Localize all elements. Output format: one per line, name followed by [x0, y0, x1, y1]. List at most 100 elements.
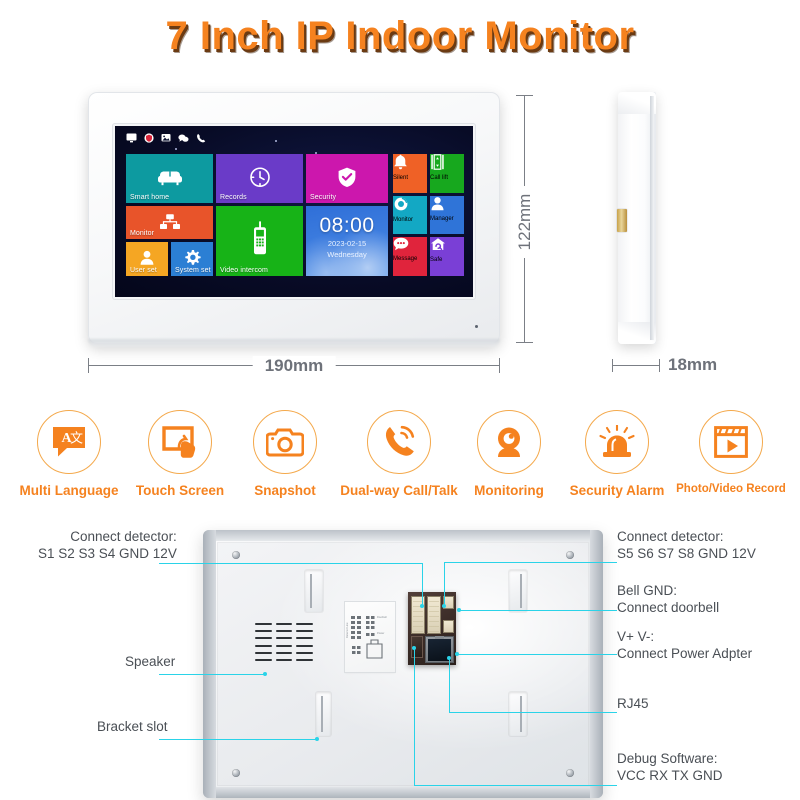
tile-label: Monitor: [393, 216, 414, 223]
dimension-depth: 18mm: [612, 355, 762, 382]
translate-icon: A文: [37, 410, 101, 474]
dimension-line: [612, 365, 660, 366]
touch-icon: [148, 410, 212, 474]
tile-security[interactable]: Security: [306, 154, 388, 203]
svg-text:文: 文: [70, 431, 83, 446]
network-icon: [126, 213, 213, 229]
terminal-pins: [429, 598, 439, 632]
bracket-hook: [520, 696, 522, 732]
dimension-width-label: 190mm: [252, 356, 336, 376]
clock-date: 2023-02-15: [327, 239, 367, 248]
callout-line-2: Connect doorbell: [617, 600, 720, 616]
feature-label: Monitoring: [474, 483, 544, 498]
tile-label: Safe: [430, 257, 443, 264]
tile-label: Smart home: [130, 194, 170, 201]
tile-manager[interactable]: Manager: [430, 195, 464, 235]
tile-call-lift[interactable]: Call lift: [430, 154, 464, 193]
tile-smart-home[interactable]: Smart home: [126, 154, 213, 203]
speaker-column: [255, 622, 272, 662]
speaker-column: [275, 622, 293, 662]
speaker-slit: [275, 630, 293, 633]
leader-dot: [315, 737, 319, 741]
terminal-power: [443, 620, 454, 633]
feature-security-alarm: Security Alarm: [558, 410, 676, 498]
leader-line-speaker: [159, 674, 265, 676]
user-icon: [126, 250, 168, 266]
monitor-screen: Smart home Records Security Monitor User…: [115, 126, 473, 297]
wiring-diagram-sticker: Doorbell Power Detector Line: [345, 602, 395, 672]
svg-text:Detector Line: Detector Line: [345, 622, 349, 638]
clock-icon: [216, 166, 303, 188]
callout-line-2: S1 S2 S3 S4 GND 12V: [38, 546, 177, 562]
tiles-main-grid: Smart home Records Security Monitor User…: [126, 154, 388, 276]
tile-silent[interactable]: Silent: [393, 154, 427, 193]
webcam-icon: [477, 410, 541, 474]
tile-label: Records: [220, 194, 247, 201]
feature-touch-screen: Touch Screen: [123, 410, 237, 498]
speaker-column: [296, 622, 313, 662]
screw: [232, 551, 240, 559]
leader-dot: [457, 608, 461, 612]
dimension-height: 122mm: [508, 95, 542, 343]
leader-line-rj45-v: [449, 658, 451, 713]
tile-clock[interactable]: 08:00 2023-02-15 Wednesday: [306, 206, 388, 276]
back-bevel-bottom: [203, 787, 603, 798]
speaker-slit: [296, 658, 313, 661]
callout-connect-detector-s5: Connect detector: S5 S6 S7 S8 GND 12V: [617, 528, 756, 562]
callout-line-2: S5 S6 S7 S8 GND 12V: [617, 546, 756, 562]
tile-records[interactable]: Records: [216, 154, 303, 203]
chat-icon: [178, 133, 189, 143]
leader-dot: [412, 646, 416, 650]
speaker-slit: [255, 623, 272, 626]
speaker-slit: [296, 630, 313, 633]
bracket-hook: [310, 574, 312, 608]
phone-call-icon: [367, 410, 431, 474]
feature-snapshot: Snapshot: [228, 410, 342, 498]
bracket-hook: [520, 574, 522, 608]
tile-user-set[interactable]: User set: [126, 242, 168, 276]
handset-icon: [216, 221, 303, 255]
indicator-led: [475, 325, 478, 328]
leader-dot: [442, 604, 446, 608]
back-inner-surface: [217, 542, 589, 786]
dimension-cap: [88, 358, 89, 373]
speaker-slit: [296, 651, 313, 654]
feature-label: Photo/Video Record: [676, 483, 786, 495]
monitor-icon: [126, 133, 137, 143]
callout-connect-detector-s1: Connect detector: S1 S2 S3 S4 GND 12V: [38, 528, 177, 562]
callout-power-adapter: V+ V-: Connect Power Adpter: [617, 628, 752, 662]
page-title: 7 Inch IP Indoor Monitor: [165, 14, 635, 58]
tile-monitor-side[interactable]: Monitor: [393, 195, 427, 235]
speaker-grille: [255, 622, 313, 662]
callout-line-2: VCC RX TX GND: [617, 768, 723, 784]
tile-safe[interactable]: Safe: [430, 237, 464, 276]
tile-system-set[interactable]: System set: [171, 242, 213, 276]
callout-line-1: V+ V-:: [617, 629, 655, 644]
speaker-slit: [275, 623, 293, 626]
siren-icon: [585, 410, 649, 474]
dimension-cap: [516, 95, 533, 96]
phone-icon: [196, 133, 206, 143]
front-view: Smart home Records Security Monitor User…: [88, 92, 500, 344]
speaker-slit: [255, 630, 272, 633]
callout-speaker: Speaker: [125, 653, 175, 670]
bracket-slot: [316, 692, 331, 736]
tile-label: Manager: [430, 215, 454, 222]
sofa-icon: [126, 168, 213, 186]
feature-label: Security Alarm: [569, 483, 665, 498]
message-icon: [393, 237, 427, 256]
dimension-depth-label: 18mm: [668, 355, 718, 374]
tile-monitor[interactable]: Monitor: [126, 206, 213, 239]
tile-label: Video intercom: [220, 267, 268, 274]
leader-line-detector-s1: [159, 563, 423, 565]
bell-icon: [393, 154, 427, 175]
shield-icon: [144, 133, 154, 143]
tile-label: User set: [130, 267, 157, 274]
screw: [232, 769, 240, 777]
tile-message[interactable]: Message: [393, 237, 427, 276]
tile-video-intercom[interactable]: Video intercom: [216, 206, 303, 276]
feature-label: Dual-way Call/Talk: [340, 483, 458, 498]
feature-label: Touch Screen: [135, 483, 225, 498]
back-bevel-top: [203, 530, 603, 541]
back-bevel-right: [590, 530, 603, 798]
